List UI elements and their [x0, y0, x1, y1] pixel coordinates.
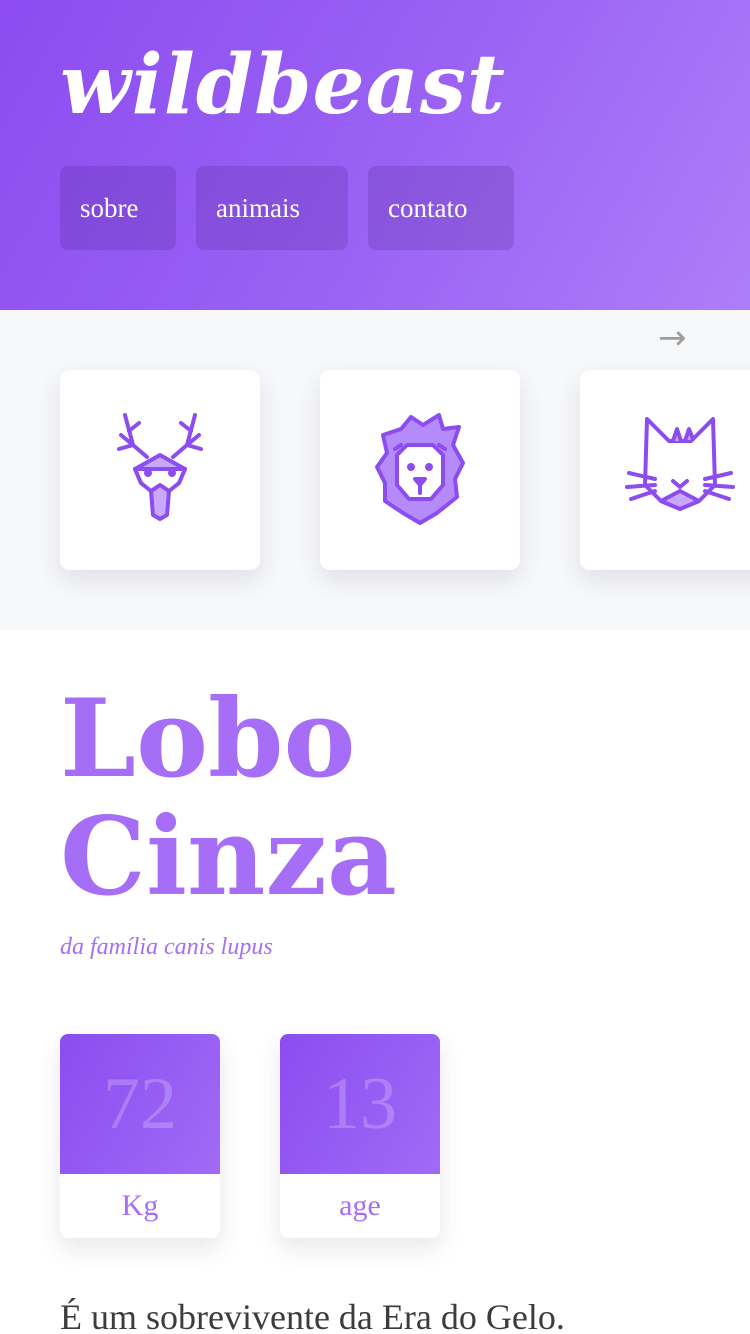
stat-age-header: 13 [280, 1034, 440, 1174]
animal-card-cat[interactable] [580, 370, 750, 570]
cat-icon [625, 417, 735, 511]
nav-animais-button[interactable]: animais [196, 166, 348, 250]
animal-card-deer[interactable] [60, 370, 260, 570]
header: wildbeast sobre animais contato [0, 0, 750, 310]
animal-title-line1: Lobo [60, 676, 356, 802]
animal-family: da família canis lupus [60, 934, 273, 960]
carousel-next-arrow[interactable]: → [658, 318, 687, 358]
stat-age-label: age [339, 1189, 381, 1222]
deer-icon [117, 413, 203, 521]
animal-stats: 72 Kg 13 age [60, 1034, 440, 1238]
stat-weight: 72 Kg [60, 1034, 220, 1238]
stat-weight-header: 72 [60, 1034, 220, 1174]
stat-weight-value: 72 [103, 1062, 177, 1145]
animal-title-line2: Cinza [60, 794, 397, 920]
nav-sobre-button[interactable]: sobre [60, 166, 176, 250]
main-nav: sobre animais contato [60, 166, 514, 250]
stat-age: 13 age [280, 1034, 440, 1238]
animal-description: É um sobrevivente da Era do Gelo. [60, 1297, 565, 1334]
stat-weight-label: Kg [121, 1189, 159, 1222]
animal-detail: Lobo Cinza da família canis lupus [60, 680, 690, 961]
animal-carousel: → [0, 310, 750, 630]
lion-icon [375, 413, 465, 525]
logo[interactable]: wildbeast [60, 40, 506, 130]
nav-contato-button[interactable]: contato [368, 166, 514, 250]
animal-card-lion[interactable] [320, 370, 520, 570]
stat-age-value: 13 [323, 1062, 397, 1145]
